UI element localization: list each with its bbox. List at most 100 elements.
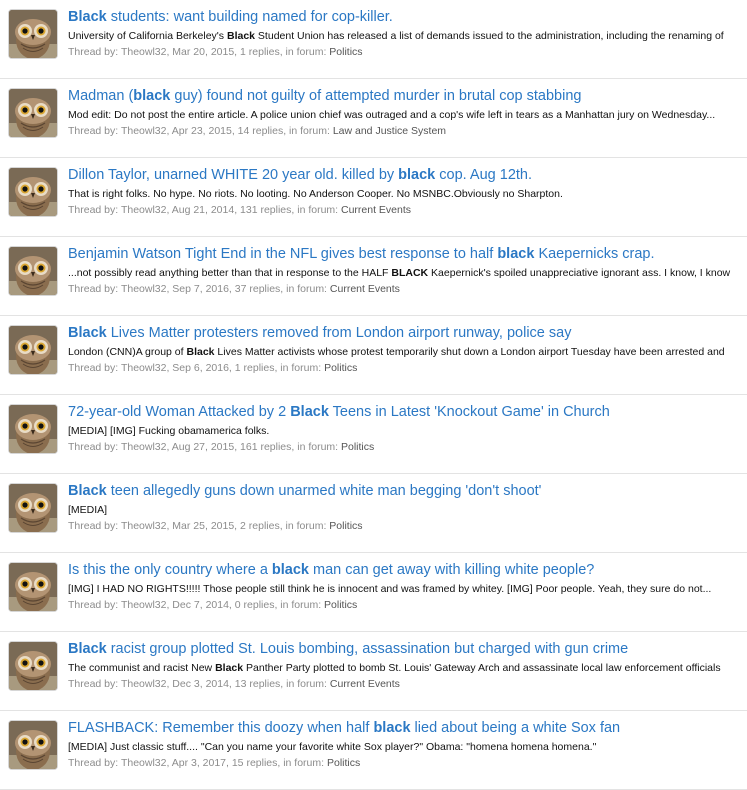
author-link[interactable]: Theowl32 bbox=[121, 678, 167, 690]
thread-meta: Thread by: Theowl32, Aug 27, 2015, 161 r… bbox=[68, 440, 747, 454]
thread-title-link[interactable]: 72-year-old Woman Attacked by 2 Black Te… bbox=[68, 403, 747, 421]
thread-info: , Mar 20, 2015, 1 replies, in forum: bbox=[166, 46, 330, 58]
avatar[interactable] bbox=[8, 404, 58, 454]
forum-link[interactable]: Current Events bbox=[330, 678, 400, 690]
thread-meta: Thread by: Theowl32, Aug 21, 2014, 131 r… bbox=[68, 203, 747, 217]
thread-title-link[interactable]: Black students: want building named for … bbox=[68, 8, 747, 26]
thread-info: , Aug 27, 2015, 161 replies, in forum: bbox=[166, 441, 341, 453]
thread-meta: Thread by: Theowl32, Mar 25, 2015, 2 rep… bbox=[68, 519, 747, 533]
snippet-text: London (CNN)A group of bbox=[68, 346, 187, 358]
avatar[interactable] bbox=[8, 246, 58, 296]
result-body: Black racist group plotted St. Louis bom… bbox=[68, 640, 747, 691]
owl-avatar-icon bbox=[9, 563, 57, 611]
thread-info: , Dec 7, 2014, 0 replies, in forum: bbox=[166, 599, 325, 611]
owl-avatar-icon bbox=[9, 405, 57, 453]
author-link[interactable]: Theowl32 bbox=[121, 125, 167, 137]
author-link[interactable]: Theowl32 bbox=[121, 204, 167, 216]
title-text: FLASHBACK: Remember this doozy when half bbox=[68, 720, 374, 736]
list-item: Black students: want building named for … bbox=[0, 0, 747, 79]
title-highlight: black bbox=[497, 246, 535, 262]
thread-by-label: Thread by: bbox=[68, 283, 119, 295]
forum-link[interactable]: Current Events bbox=[341, 204, 411, 216]
avatar[interactable] bbox=[8, 483, 58, 533]
thread-by-label: Thread by: bbox=[68, 362, 119, 374]
forum-link[interactable]: Politics bbox=[327, 757, 360, 769]
thread-by-label: Thread by: bbox=[68, 46, 119, 58]
thread-snippet: [MEDIA] Just classic stuff.... "Can you … bbox=[68, 740, 747, 754]
thread-title-link[interactable]: Is this the only country where a black m… bbox=[68, 561, 747, 579]
title-text: Teens in Latest 'Knockout Game' in Churc… bbox=[328, 404, 610, 420]
thread-meta: Thread by: Theowl32, Sep 7, 2016, 37 rep… bbox=[68, 282, 747, 296]
snippet-text: The communist and racist New bbox=[68, 662, 216, 674]
forum-link[interactable]: Politics bbox=[329, 46, 362, 58]
forum-link[interactable]: Politics bbox=[324, 599, 357, 611]
title-highlight: black bbox=[373, 720, 411, 736]
result-body: 72-year-old Woman Attacked by 2 Black Te… bbox=[68, 403, 747, 454]
thread-title-link[interactable]: Black racist group plotted St. Louis bom… bbox=[68, 640, 747, 658]
avatar[interactable] bbox=[8, 9, 58, 59]
forum-link[interactable]: Politics bbox=[329, 520, 362, 532]
list-item: Madman (black guy) found not guilty of a… bbox=[0, 79, 747, 158]
author-link[interactable]: Theowl32 bbox=[121, 757, 167, 769]
result-body: Black teen allegedly guns down unarmed w… bbox=[68, 482, 747, 533]
list-item: Black Lives Matter protesters removed fr… bbox=[0, 316, 747, 395]
forum-link[interactable]: Current Events bbox=[330, 283, 400, 295]
title-text: teen allegedly guns down unarmed white m… bbox=[106, 483, 542, 499]
thread-info: , Aug 21, 2014, 131 replies, in forum: bbox=[166, 204, 341, 216]
snippet-text: Student Union has released a list of dem… bbox=[255, 30, 724, 42]
owl-avatar-icon bbox=[9, 247, 57, 295]
snippet-text: [MEDIA] bbox=[68, 504, 108, 516]
thread-title-link[interactable]: Madman (black guy) found not guilty of a… bbox=[68, 87, 747, 105]
thread-by-label: Thread by: bbox=[68, 520, 119, 532]
title-highlight: black bbox=[271, 562, 309, 578]
author-link[interactable]: Theowl32 bbox=[121, 46, 167, 58]
thread-by-label: Thread by: bbox=[68, 599, 119, 611]
thread-meta: Thread by: Theowl32, Dec 3, 2014, 13 rep… bbox=[68, 677, 747, 691]
result-body: Dillon Taylor, unarned WHITE 20 year old… bbox=[68, 166, 747, 217]
thread-title-link[interactable]: Black teen allegedly guns down unarmed w… bbox=[68, 482, 747, 500]
avatar[interactable] bbox=[8, 325, 58, 375]
avatar[interactable] bbox=[8, 167, 58, 217]
snippet-text: [IMG] I HAD NO RIGHTS!!!!! Those people … bbox=[68, 583, 712, 595]
snippet-text: [MEDIA] Just classic stuff.... "Can you … bbox=[68, 741, 597, 753]
thread-title-link[interactable]: Black Lives Matter protesters removed fr… bbox=[68, 324, 747, 342]
avatar[interactable] bbox=[8, 562, 58, 612]
thread-by-label: Thread by: bbox=[68, 204, 119, 216]
thread-meta: Thread by: Theowl32, Mar 20, 2015, 1 rep… bbox=[68, 45, 747, 59]
thread-title-link[interactable]: FLASHBACK: Remember this doozy when half… bbox=[68, 719, 747, 737]
thread-info: , Sep 7, 2016, 37 replies, in forum: bbox=[166, 283, 330, 295]
title-text: racist group plotted St. Louis bombing, … bbox=[106, 641, 629, 657]
owl-avatar-icon bbox=[9, 326, 57, 374]
snippet-text: Mod edit: Do not post the entire article… bbox=[68, 109, 716, 121]
avatar[interactable] bbox=[8, 641, 58, 691]
owl-avatar-icon bbox=[9, 484, 57, 532]
list-item: Black teen allegedly guns down unarmed w… bbox=[0, 474, 747, 553]
author-link[interactable]: Theowl32 bbox=[121, 520, 167, 532]
title-highlight: Black bbox=[68, 9, 107, 25]
title-highlight: Black bbox=[68, 483, 107, 499]
avatar[interactable] bbox=[8, 720, 58, 770]
forum-link[interactable]: Politics bbox=[341, 441, 374, 453]
snippet-text: Kaepernick's spoiled unappreciative igno… bbox=[428, 267, 731, 279]
snippet-text: Panther Party plotted to bomb St. Louis'… bbox=[243, 662, 721, 674]
author-link[interactable]: Theowl32 bbox=[121, 599, 167, 611]
result-body: Madman (black guy) found not guilty of a… bbox=[68, 87, 747, 138]
title-text: man can get away with killing white peop… bbox=[309, 562, 595, 578]
thread-by-label: Thread by: bbox=[68, 678, 119, 690]
snippet-text: ...not possibly read anything better tha… bbox=[68, 267, 392, 279]
forum-link[interactable]: Law and Justice System bbox=[333, 125, 446, 137]
list-item: Is this the only country where a black m… bbox=[0, 553, 747, 632]
forum-link[interactable]: Politics bbox=[324, 362, 357, 374]
title-text: students: want building named for cop-ki… bbox=[106, 9, 393, 25]
thread-by-label: Thread by: bbox=[68, 757, 119, 769]
thread-snippet: [IMG] I HAD NO RIGHTS!!!!! Those people … bbox=[68, 582, 747, 596]
thread-title-link[interactable]: Benjamin Watson Tight End in the NFL giv… bbox=[68, 245, 747, 263]
author-link[interactable]: Theowl32 bbox=[121, 441, 167, 453]
title-text: Kaepernicks crap. bbox=[534, 246, 655, 262]
title-highlight: black bbox=[133, 88, 171, 104]
author-link[interactable]: Theowl32 bbox=[121, 283, 167, 295]
thread-title-link[interactable]: Dillon Taylor, unarned WHITE 20 year old… bbox=[68, 166, 747, 184]
author-link[interactable]: Theowl32 bbox=[121, 362, 167, 374]
avatar[interactable] bbox=[8, 88, 58, 138]
title-text: Dillon Taylor, unarned WHITE 20 year old… bbox=[68, 167, 399, 183]
